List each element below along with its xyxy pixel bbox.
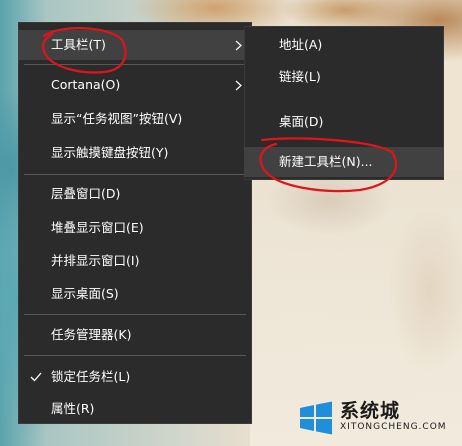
taskbar-context-menu: 工具栏(T) Cortana(O) 显示“任务视图”按钮(V) 显示触摸键盘按钮… [18,22,252,424]
menu-item-task-manager[interactable]: 任务管理器(K) [18,320,252,350]
menu-item-stack-windows[interactable]: 堆叠显示窗口(E) [18,213,252,243]
menu-item-label: Cortana(O) [51,77,121,92]
menu-item-label: 任务管理器(K) [51,327,132,342]
chevron-right-icon [235,70,242,100]
menu-item-label: 显示触摸键盘按钮(Y) [51,145,169,160]
menu-separator [24,355,246,356]
menu-separator [24,314,246,315]
menu-item-label: 锁定任务栏(L) [51,369,131,384]
menu-item-label: 显示“任务视图”按钮(V) [51,111,183,126]
menu-item-lock-taskbar[interactable]: 锁定任务栏(L) [18,362,252,392]
menu-item-label: 并排显示窗口(I) [51,253,140,268]
windows-logo-icon [300,401,332,435]
menu-item-label: 链接(L) [279,69,321,84]
menu-item-label: 地址(A) [279,37,323,52]
watermark-text-cn: 系统城 [340,400,401,422]
menu-item-show-task-view[interactable]: 显示“任务视图”按钮(V) [18,104,252,134]
submenu-item-address[interactable]: 地址(A) [244,30,444,60]
watermark-text-en: XITONGCHENG.COM [340,422,447,432]
menu-separator [24,64,246,65]
menu-item-show-desktop[interactable]: 显示桌面(S) [18,279,252,309]
menu-item-label: 堆叠显示窗口(E) [51,220,144,235]
menu-item-label: 桌面(D) [279,114,324,129]
menu-item-properties[interactable]: 属性(R) [18,394,252,424]
menu-separator [24,174,246,175]
menu-item-cascade-windows[interactable]: 层叠窗口(D) [18,179,252,209]
watermark-logo: 系统城 XITONGCHENG.COM [296,394,456,442]
menu-item-label: 新建工具栏(N)... [279,154,373,169]
toolbars-submenu: 地址(A) 链接(L) 桌面(D) 新建工具栏(N)... [244,26,444,180]
menu-item-label: 属性(R) [51,401,95,416]
menu-item-side-by-side[interactable]: 并排显示窗口(I) [18,246,252,276]
menu-item-label: 显示桌面(S) [51,286,119,301]
submenu-item-new-toolbar[interactable]: 新建工具栏(N)... [244,147,444,177]
chevron-right-icon [235,30,242,60]
menu-item-label: 层叠窗口(D) [51,186,121,201]
submenu-item-desktop[interactable]: 桌面(D) [244,107,444,137]
menu-item-cortana[interactable]: Cortana(O) [18,70,252,100]
menu-item-label: 工具栏(T) [51,37,106,52]
menu-item-show-touch-keyboard[interactable]: 显示触摸键盘按钮(Y) [18,138,252,168]
submenu-item-links[interactable]: 链接(L) [244,62,444,92]
checkmark-icon [30,362,42,392]
menu-item-toolbars[interactable]: 工具栏(T) [18,30,252,60]
